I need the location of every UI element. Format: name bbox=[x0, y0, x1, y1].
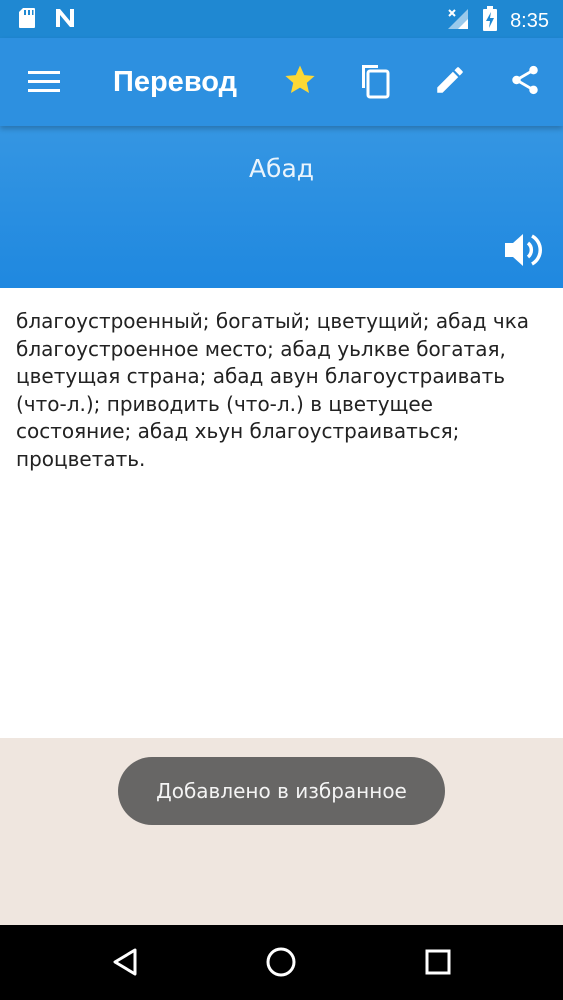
share-icon bbox=[508, 63, 542, 101]
app-bar: Перевод bbox=[0, 38, 563, 126]
back-icon[interactable] bbox=[107, 944, 143, 980]
headword: Абад bbox=[248, 154, 315, 183]
translation-text: благоустроенный; богатый; цветущий; абад… bbox=[16, 309, 530, 471]
translation-panel: благоустроенный; богатый; цветущий; абад… bbox=[0, 288, 563, 738]
favorite-button[interactable] bbox=[280, 62, 320, 102]
signal-icon bbox=[446, 7, 470, 35]
share-button[interactable] bbox=[505, 62, 545, 102]
edit-button[interactable] bbox=[430, 62, 470, 102]
home-icon[interactable] bbox=[263, 944, 299, 980]
menu-icon[interactable] bbox=[28, 67, 60, 97]
edit-icon bbox=[433, 63, 467, 101]
battery-charging-icon bbox=[482, 6, 498, 36]
toast-message: Добавлено в избранное bbox=[118, 757, 445, 825]
status-time: 8:35 bbox=[510, 10, 549, 32]
copy-button[interactable] bbox=[355, 62, 395, 102]
page-title: Перевод bbox=[113, 66, 238, 98]
sd-card-icon bbox=[18, 7, 36, 33]
star-icon bbox=[283, 63, 317, 101]
copy-icon bbox=[358, 61, 392, 103]
volume-icon[interactable] bbox=[503, 230, 545, 270]
status-bar: 8:35 bbox=[0, 0, 563, 38]
word-header: Абад bbox=[0, 126, 563, 288]
navigation-bar bbox=[0, 925, 563, 1000]
recents-icon[interactable] bbox=[420, 944, 456, 980]
n-notification-icon bbox=[54, 7, 76, 33]
